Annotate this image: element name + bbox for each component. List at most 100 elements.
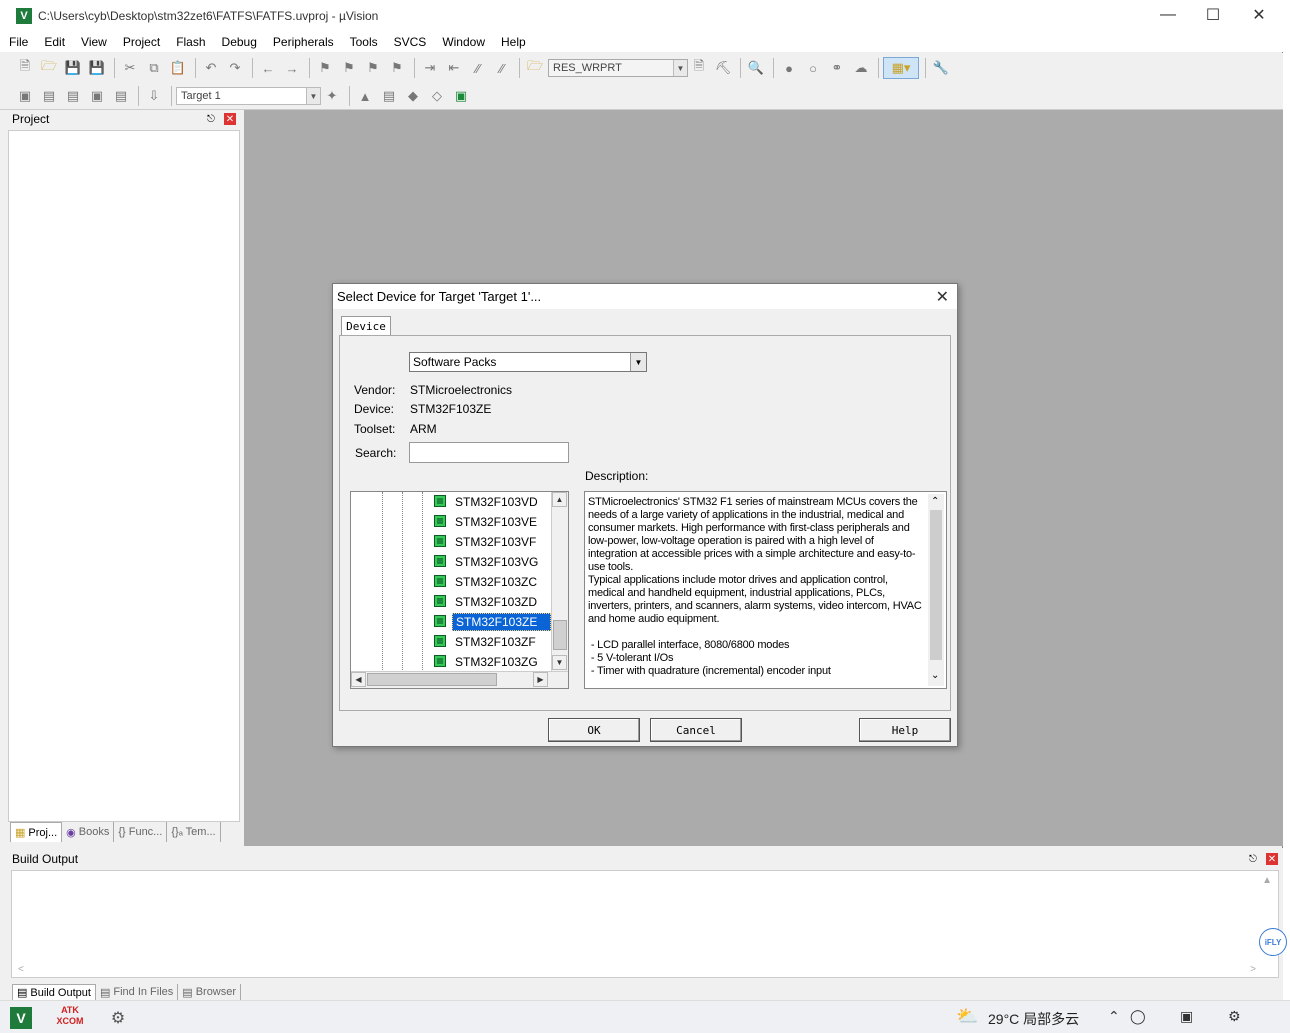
weather-text[interactable]: 29°C 局部多云 — [988, 1009, 1079, 1029]
scroll-down-icon[interactable]: ⌄ — [931, 670, 939, 681]
ok-button[interactable]: OK — [548, 718, 640, 742]
tree-row-selected[interactable]: STM32F103ZE — [351, 612, 551, 632]
search-input[interactable] — [409, 442, 569, 463]
next-bookmark-icon[interactable]: ⚑ — [362, 57, 384, 79]
run-time-env-icon[interactable]: ◇ — [426, 85, 448, 107]
cancel-button[interactable]: Cancel — [650, 718, 742, 742]
pin-icon[interactable]: ⎋ — [205, 113, 217, 125]
tray-app-icon[interactable]: ▣ — [1180, 1008, 1193, 1025]
scroll-right-icon[interactable]: > — [1250, 964, 1256, 975]
tree-row[interactable]: STM32F103ZG — [351, 652, 551, 672]
device-item-label[interactable]: STM32F103VF — [452, 533, 539, 551]
chevron-down-icon[interactable]: ▼ — [630, 353, 646, 371]
prev-bookmark-icon[interactable]: ⚑ — [338, 57, 360, 79]
window-layout-icon[interactable]: ▦▾ — [883, 57, 919, 79]
build-output-text[interactable]: ▲ < > — [11, 870, 1279, 978]
tab-build-output[interactable]: ▤ Build Output — [12, 984, 96, 1000]
tree-row[interactable]: STM32F103VE — [351, 512, 551, 532]
device-item-label[interactable]: STM32F103ZG — [452, 653, 541, 671]
close-icon[interactable]: ✕ — [1266, 853, 1278, 865]
uncomment-icon[interactable]: ⁄⁄ — [491, 57, 513, 79]
tab-device[interactable]: Device — [341, 316, 391, 336]
save-icon[interactable]: 💾 — [62, 57, 84, 79]
stop-build-icon[interactable]: ▤ — [110, 85, 132, 107]
batch-build-icon[interactable]: ▣ — [86, 85, 108, 107]
menu-debug[interactable]: Debug — [213, 32, 264, 52]
tree-row[interactable]: STM32F103VG — [351, 552, 551, 572]
tree-row[interactable]: STM32F103VF — [351, 532, 551, 552]
close-icon[interactable]: ✕ — [936, 287, 949, 307]
tree-row[interactable]: STM32F103ZD — [351, 592, 551, 612]
tab-functions[interactable]: {} Func... — [114, 822, 168, 842]
uvision-taskbar-icon[interactable]: V — [10, 1007, 32, 1029]
incremental-find-icon[interactable]: ⛏ — [712, 57, 734, 79]
close-icon[interactable]: ✕ — [224, 113, 236, 125]
nav-forward-icon[interactable]: → — [281, 57, 303, 79]
copy-icon[interactable]: ⧉ — [143, 57, 165, 79]
paste-icon[interactable]: 📋 — [167, 57, 189, 79]
project-tree[interactable] — [8, 130, 240, 822]
scroll-up-icon[interactable]: ▲ — [552, 492, 567, 507]
redo-icon[interactable]: ↷ — [224, 57, 246, 79]
file-extensions-icon[interactable]: ▲ — [354, 85, 376, 107]
tree-row[interactable]: STM32F103ZC — [351, 572, 551, 592]
tree-row[interactable]: STM32F103VD — [351, 492, 551, 512]
scroll-left-icon[interactable]: ◀ — [351, 672, 366, 687]
disable-breakpoint-icon[interactable]: ○ — [802, 57, 824, 79]
build-icon[interactable]: ▤ — [38, 85, 60, 107]
scroll-down-icon[interactable]: ▼ — [552, 655, 567, 670]
scroll-left-icon[interactable]: < — [18, 964, 24, 975]
device-item-label-selected[interactable]: STM32F103ZE — [452, 613, 551, 631]
tab-templates[interactable]: {}ₐ Tem... — [167, 822, 221, 842]
scroll-thumb[interactable] — [553, 620, 567, 650]
description-box[interactable]: STMicroelectronics' STM32 F1 series of m… — [584, 491, 947, 689]
device-tree[interactable]: STM32F103VD STM32F103VE STM32F103VF STM3… — [350, 491, 569, 689]
scroll-right-icon[interactable]: ▶ — [533, 672, 548, 687]
target-options-icon[interactable]: ✦ — [321, 85, 343, 107]
device-item-label[interactable]: STM32F103ZD — [452, 593, 540, 611]
pack-installer-icon[interactable]: ▣ — [450, 85, 472, 107]
find-combo[interactable]: RES_WRPRT ▼ — [548, 59, 688, 77]
download-icon[interactable]: ⇩ — [143, 85, 165, 107]
target-combo[interactable]: Target 1 ▼ — [176, 87, 321, 105]
bookmark-icon[interactable]: ⚑ — [314, 57, 336, 79]
scroll-thumb[interactable] — [930, 510, 942, 660]
scroll-up-icon[interactable]: ▲ — [1262, 875, 1272, 886]
find-icon[interactable]: 🗎 — [688, 57, 710, 79]
chevron-up-icon[interactable]: ⌃ — [1108, 1008, 1120, 1025]
cut-icon[interactable]: ✂ — [119, 57, 141, 79]
tab-browser[interactable]: ▤ Browser — [178, 984, 242, 1000]
menu-tools[interactable]: Tools — [341, 32, 385, 52]
manage-project-icon[interactable]: ▤ — [378, 85, 400, 107]
undo-icon[interactable]: ↶ — [200, 57, 222, 79]
menu-view[interactable]: View — [72, 32, 114, 52]
minimize-button[interactable]: — — [1145, 0, 1191, 30]
pin-icon[interactable]: ⎋ — [1247, 853, 1259, 865]
maximize-button[interactable]: ☐ — [1190, 0, 1236, 30]
ifly-badge-icon[interactable]: iFLY — [1259, 928, 1287, 956]
software-packs-select[interactable]: Software Packs ▼ — [409, 352, 647, 372]
chevron-down-icon[interactable]: ▼ — [306, 88, 320, 104]
select-packs-icon[interactable]: ◆ — [402, 85, 424, 107]
kill-breakpoints-icon[interactable]: ☁ — [850, 57, 872, 79]
new-file-icon[interactable]: 🗎 — [14, 57, 36, 79]
tree-row[interactable]: STM32F103ZF — [351, 632, 551, 652]
menu-window[interactable]: Window — [433, 32, 492, 52]
breakpoint-icon[interactable]: ● — [778, 57, 800, 79]
input-method-icon[interactable]: ◯ — [1130, 1008, 1146, 1025]
description-scrollbar[interactable]: ⌃ ⌄ — [928, 494, 944, 686]
save-all-icon[interactable]: 💾 — [86, 57, 108, 79]
tray-settings-icon[interactable]: ⚙ — [1228, 1008, 1241, 1025]
unindent-icon[interactable]: ⇤ — [443, 57, 465, 79]
tab-find-in-files[interactable]: ▤ Find In Files — [96, 984, 179, 1000]
menu-flash[interactable]: Flash — [167, 32, 212, 52]
device-item-label[interactable]: STM32F103VE — [452, 513, 540, 531]
rebuild-icon[interactable]: ▤ — [62, 85, 84, 107]
device-item-label[interactable]: STM32F103ZF — [452, 633, 539, 651]
device-item-label[interactable]: STM32F103ZC — [452, 573, 540, 591]
comment-icon[interactable]: ⁄⁄ — [467, 57, 489, 79]
tree-horizontal-scrollbar[interactable]: ◀ ▶ — [351, 671, 568, 688]
help-button[interactable]: Help — [859, 718, 951, 742]
menu-help[interactable]: Help — [492, 32, 533, 52]
close-button[interactable]: ✕ — [1236, 0, 1282, 30]
